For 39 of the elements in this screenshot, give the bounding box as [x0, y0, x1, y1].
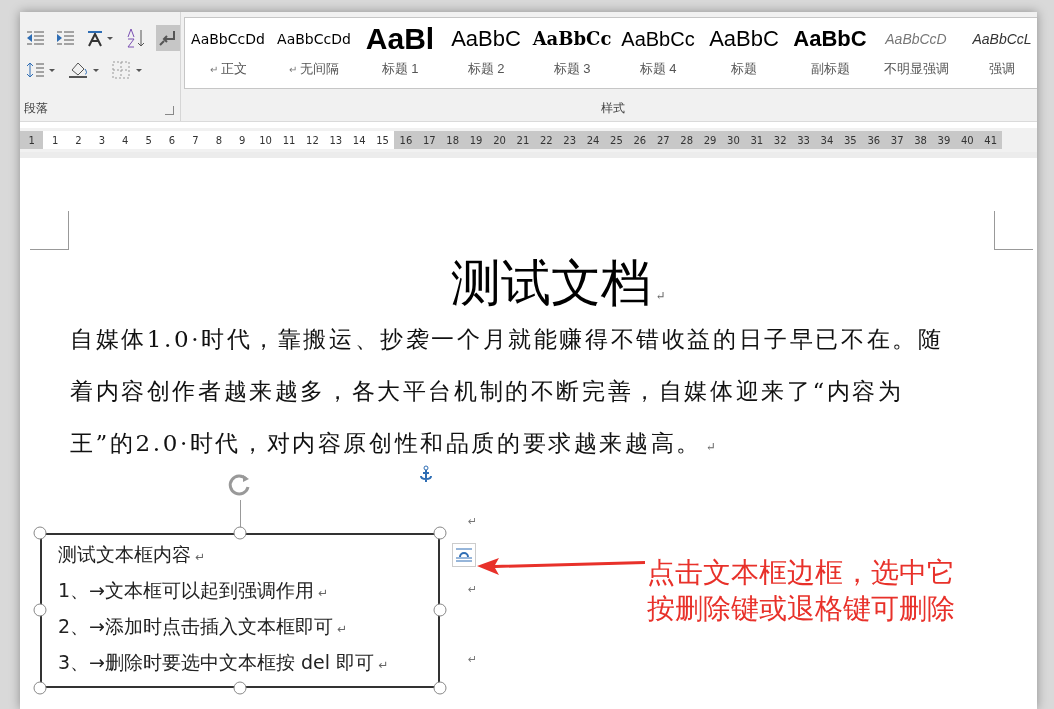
margin-corner-mark	[994, 211, 1033, 250]
style-option[interactable]: AaBbCcDd ↵ 无间隔	[271, 18, 357, 88]
paragraph-mark: ↵	[468, 583, 478, 598]
resize-handle[interactable]	[33, 603, 47, 617]
text-box[interactable]: 测试文本框内容 ↵ 1、→文本框可以起到强调作用 ↵ 2、→添加时点击插入文本框即可 ↵ 3、→删除时要选中文本框按 del 即可 ↵	[40, 533, 440, 688]
style-option[interactable]: AaBl 标题 1	[357, 18, 443, 88]
body-paragraph: 自媒体1.0·时代，靠搬运、抄袭一个月就能赚得不错收益的日子早已不在。随着内容创作者越来越多，各大平台机制的不断完善，自媒体迎来了“内容为王”的2.0·时代，对内容原创性和品质的要求越来越高。 ↵	[70, 325, 945, 458]
ruler: 1 1 2 3 4 5 6 7 8 9 10 11 12 13 14 15 16 17 18 19 20 21 22 23 24 25 26 27 28 29 30 31 32 33 34 35 36 37 38 39 40 41	[20, 128, 1037, 158]
dialog-launcher-icon[interactable]	[165, 106, 174, 115]
style-option[interactable]: AaBbC 标题	[701, 18, 787, 88]
text-box-line: 2、→添加时点击插入文本框即可 ↵	[58, 614, 348, 639]
paragraph-mark: ↵	[468, 653, 478, 668]
style-option[interactable]: AaBbCcDd ↵ 正文	[185, 18, 271, 88]
resize-handle[interactable]	[33, 526, 47, 540]
text-box-line: 测试文本框内容 ↵	[58, 542, 206, 567]
annotation-text: 按删除键或退格键可删除	[647, 591, 956, 627]
text-box-line: 3、→删除时要选中文本框按 del 即可 ↵	[58, 650, 389, 675]
resize-handle[interactable]	[433, 526, 447, 540]
annotation-text: 点击文本框边框，选中它	[647, 555, 956, 591]
show-marks-icon[interactable]	[156, 25, 180, 51]
style-option[interactable]: AaBbCcD 不明显强调	[873, 18, 959, 88]
style-option[interactable]: AaBbC 副标题	[787, 18, 873, 88]
anchor-icon	[418, 465, 434, 483]
margin-corner-mark	[30, 211, 69, 250]
resize-handle[interactable]	[433, 681, 447, 695]
layout-options-button[interactable]	[452, 543, 476, 567]
resize-handle[interactable]	[33, 681, 47, 695]
paragraph-mark: ↵	[468, 515, 478, 530]
group-label: 样式	[601, 100, 625, 117]
resize-handle[interactable]	[233, 681, 247, 695]
group-label: 段落	[24, 100, 48, 117]
style-option[interactable]: AaBbC 标题 2	[443, 18, 529, 88]
document-title: 测试文档↵	[450, 253, 666, 314]
text-box-line: 1、→文本框可以起到强调作用 ↵	[58, 578, 329, 603]
style-option[interactable]: AaBbCc 标题 3	[529, 18, 615, 88]
resize-handle[interactable]	[433, 603, 447, 617]
style-option[interactable]: AaBbCc 标题 4	[615, 18, 701, 88]
style-option[interactable]: AaBbCcL 强调	[959, 18, 1037, 88]
resize-handle[interactable]	[233, 526, 247, 540]
